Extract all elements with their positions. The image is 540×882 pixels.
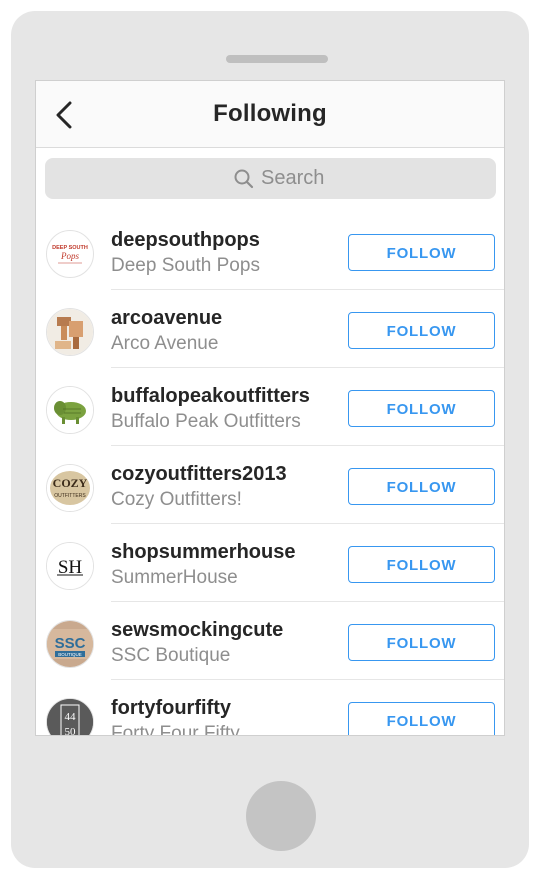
full-name: Forty Four Fifty	[111, 723, 240, 736]
search-icon	[234, 169, 254, 189]
svg-text:BOUTIQUE: BOUTIQUE	[58, 652, 82, 657]
follow-button[interactable]: FOLLOW	[348, 702, 495, 735]
follow-button[interactable]: FOLLOW	[348, 312, 495, 349]
follow-button[interactable]: FOLLOW	[348, 624, 495, 661]
svg-text:50: 50	[65, 726, 77, 736]
username[interactable]: buffalopeakoutfitters	[111, 385, 310, 408]
avatar[interactable]: SSC BOUTIQUE	[46, 620, 94, 668]
full-name: Buffalo Peak Outfitters	[111, 411, 301, 432]
list-item[interactable]: SH shopsummerhouse SummerHouse FOLLOW	[36, 524, 504, 602]
username[interactable]: deepsouthpops	[111, 229, 260, 252]
screen: Following Search DEEP SOUTH Pops deepsou…	[35, 80, 505, 736]
username[interactable]: fortyfourfifty	[111, 697, 231, 720]
svg-text:Pops: Pops	[60, 251, 79, 261]
avatar[interactable]: DEEP SOUTH Pops	[46, 230, 94, 278]
avatar[interactable]	[46, 308, 94, 356]
list-item[interactable]: 44 50 fortyfourfifty Forty Four Fifty FO…	[36, 680, 504, 736]
svg-text:44: 44	[65, 711, 77, 723]
list-item[interactable]: SSC BOUTIQUE sewsmockingcute SSC Boutiqu…	[36, 602, 504, 680]
list-item[interactable]: COZY OUTFITTERS cozyoutfitters2013 Cozy …	[36, 446, 504, 524]
svg-text:COZY: COZY	[53, 476, 88, 490]
page-title: Following	[213, 100, 327, 127]
svg-text:OUTFITTERS: OUTFITTERS	[54, 493, 86, 499]
home-button[interactable]	[246, 781, 316, 851]
username[interactable]: shopsummerhouse	[111, 541, 295, 564]
full-name: SummerHouse	[111, 567, 238, 588]
list-item[interactable]: buffalopeakoutfitters Buffalo Peak Outfi…	[36, 368, 504, 446]
follow-button[interactable]: FOLLOW	[348, 390, 495, 427]
list-item[interactable]: arcoavenue Arco Avenue FOLLOW	[36, 290, 504, 368]
svg-text:SSC: SSC	[55, 635, 86, 652]
full-name: SSC Boutique	[111, 645, 231, 666]
phone-speaker	[226, 55, 328, 63]
avatar[interactable]: COZY OUTFITTERS	[46, 464, 94, 512]
full-name: Cozy Outfitters!	[111, 489, 242, 510]
full-name: Arco Avenue	[111, 333, 219, 354]
username[interactable]: cozyoutfitters2013	[111, 463, 287, 486]
follow-button[interactable]: FOLLOW	[348, 468, 495, 505]
follow-button[interactable]: FOLLOW	[348, 234, 495, 271]
username[interactable]: sewsmockingcute	[111, 619, 283, 642]
avatar[interactable]: 44 50	[46, 698, 94, 736]
full-name: Deep South Pops	[111, 255, 260, 276]
avatar[interactable]: SH	[46, 542, 94, 590]
username[interactable]: arcoavenue	[111, 307, 222, 330]
nav-header: Following	[36, 81, 504, 148]
search-placeholder: Search	[261, 167, 325, 189]
follow-button[interactable]: FOLLOW	[348, 546, 495, 583]
list-item[interactable]: DEEP SOUTH Pops deepsouthpops Deep South…	[36, 212, 504, 290]
avatar[interactable]	[46, 386, 94, 434]
search-bar[interactable]: Search	[45, 158, 496, 199]
